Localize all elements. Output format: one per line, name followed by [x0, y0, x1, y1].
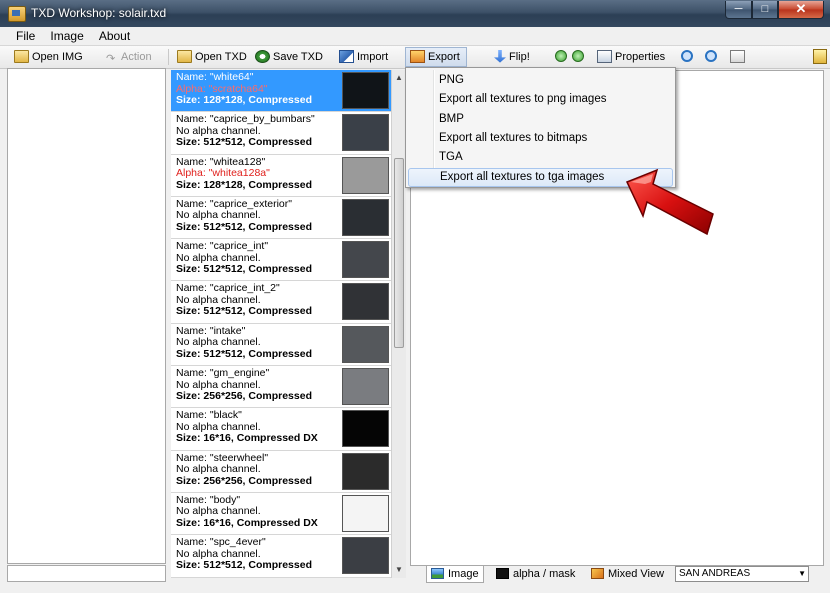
- tab-alpha-label: alpha / mask: [513, 568, 576, 580]
- img-file-panel[interactable]: [7, 68, 166, 564]
- folder-icon: [14, 49, 29, 63]
- minimize-button[interactable]: ─: [725, 1, 752, 19]
- action-button[interactable]: ↷ Action: [106, 48, 152, 66]
- texture-thumbnail: [342, 537, 389, 575]
- import-button[interactable]: Import: [339, 48, 388, 66]
- texture-thumbnail: [342, 72, 389, 109]
- texture-list-item[interactable]: Name: "caprice_int" No alpha channel. Size…: [171, 239, 391, 282]
- export-label: Export: [428, 51, 460, 63]
- texture-list-item[interactable]: Name: "black" No alpha channel. Size: 16*1…: [171, 408, 391, 451]
- texture-thumbnail: [342, 241, 389, 279]
- open-txd-button[interactable]: Open TXD: [177, 48, 247, 66]
- properties-label: Properties: [615, 51, 666, 63]
- action-label: Action: [121, 51, 152, 63]
- menu-image[interactable]: Image: [44, 27, 89, 45]
- export-menu-item[interactable]: PNG: [408, 71, 673, 90]
- flip-arrow-icon: [494, 49, 506, 63]
- texture-list-item[interactable]: Name: "gm_engine" No alpha channel. Size: …: [171, 366, 391, 409]
- tab-mixed-label: Mixed View: [608, 568, 665, 580]
- app-window: TXD Workshop: solair.txd ─ □ ✕ File Imag…: [0, 0, 830, 593]
- flip-label: Flip!: [509, 51, 530, 63]
- texture-list-item[interactable]: Name: "whitea128" Alpha: "whitea128a" Size…: [171, 155, 391, 197]
- open-txd-label: Open TXD: [195, 51, 247, 63]
- texture-thumbnail: [342, 494, 389, 532]
- open-img-button[interactable]: Open IMG: [14, 48, 83, 66]
- export-icon: [410, 49, 425, 63]
- window-mode-icon: [730, 49, 745, 63]
- rotate-left-icon: [555, 50, 567, 63]
- export-menu-item[interactable]: BMP: [408, 110, 673, 129]
- tab-alpha-view[interactable]: alpha / mask: [496, 566, 575, 583]
- texture-list-scrollbar[interactable]: ▲ ▼: [391, 70, 406, 578]
- zoom-out-icon: [705, 50, 717, 63]
- notes-icon[interactable]: [813, 49, 827, 64]
- texture-thumbnail: [342, 325, 389, 363]
- texture-list-item[interactable]: Name: "caprice_exterior" No alpha channel…: [171, 197, 391, 240]
- menu-file[interactable]: File: [0, 27, 41, 45]
- zoom-in-button[interactable]: [681, 48, 696, 66]
- save-txd-button[interactable]: Save TXD: [255, 48, 323, 66]
- toolbar: Open IMG ↷ Action Open TXD Save TXD Impor…: [0, 46, 830, 69]
- texture-thumbnail: [342, 452, 389, 490]
- red-arrow-pointer-icon: [625, 168, 714, 236]
- save-icon: [255, 49, 270, 63]
- tab-mixed-view[interactable]: Mixed View: [591, 566, 664, 583]
- texture-list-item[interactable]: Name: "body" No alpha channel. Size: 16*16…: [171, 493, 391, 536]
- window-mode-button[interactable]: [730, 48, 748, 66]
- app-icon: [8, 6, 26, 22]
- game-version-select[interactable]: SAN ANDREAS ▼: [675, 566, 809, 582]
- window-title: TXD Workshop: solair.txd: [31, 6, 167, 20]
- window-controls: ─ □ ✕: [725, 1, 824, 20]
- game-version-value: SAN ANDREAS: [679, 568, 751, 579]
- rotate-left-button[interactable]: [555, 48, 570, 66]
- flip-button[interactable]: Flip!: [494, 48, 530, 66]
- export-menu-item[interactable]: Export all textures to bitmaps: [408, 129, 673, 148]
- scrollbar-thumb[interactable]: [394, 158, 404, 348]
- rotate-right-button[interactable]: [572, 48, 587, 66]
- texture-thumbnail: [342, 410, 389, 448]
- toolbar-divider: [168, 49, 169, 65]
- texture-list-item[interactable]: Name: "caprice_int_2" No alpha channel. Si…: [171, 281, 391, 324]
- tab-image-view[interactable]: Image: [426, 566, 484, 583]
- texture-thumbnail: [342, 114, 389, 152]
- open-img-label: Open IMG: [32, 51, 83, 63]
- properties-icon: [597, 49, 612, 63]
- texture-list[interactable]: Name: "white64" Alpha: "scratcha64" Size: …: [171, 70, 391, 578]
- close-button[interactable]: ✕: [778, 1, 824, 19]
- texture-thumbnail: [342, 198, 389, 236]
- img-search-field[interactable]: [7, 565, 166, 582]
- export-menu-item[interactable]: Export all textures to png images: [408, 90, 673, 109]
- texture-list-item[interactable]: Name: "spc_4ever" No alpha channel. Size: …: [171, 535, 391, 578]
- status-strip: [0, 585, 830, 593]
- title-bar[interactable]: TXD Workshop: solair.txd ─ □ ✕: [0, 0, 830, 27]
- export-button[interactable]: Export: [405, 47, 467, 67]
- texture-list-item[interactable]: Name: "white64" Alpha: "scratcha64" Size: …: [171, 70, 391, 113]
- folder-icon: [177, 49, 192, 63]
- image-icon: [431, 567, 444, 579]
- rotate-right-icon: [572, 50, 584, 63]
- chevron-down-icon: ▼: [798, 569, 806, 578]
- menu-bar: File Image About: [0, 27, 830, 46]
- view-mode-bar: Image alpha / mask Mixed View SAN ANDREA…: [410, 566, 824, 583]
- zoom-out-button[interactable]: [705, 48, 720, 66]
- maximize-button[interactable]: □: [752, 1, 778, 19]
- texture-list-item[interactable]: Name: "intake" No alpha channel. Size: 512…: [171, 324, 391, 367]
- menu-about[interactable]: About: [93, 27, 136, 45]
- texture-list-item[interactable]: Name: "steerwheel" No alpha channel. Size:…: [171, 451, 391, 493]
- action-icon: ↷: [106, 52, 116, 65]
- tab-image-label: Image: [448, 568, 479, 580]
- texture-thumbnail: [342, 156, 389, 194]
- zoom-in-icon: [681, 50, 693, 63]
- scroll-up-arrow-icon[interactable]: ▲: [394, 73, 404, 83]
- import-label: Import: [357, 51, 389, 63]
- texture-thumbnail: [342, 283, 389, 321]
- mixed-star-icon: [591, 567, 604, 579]
- properties-button[interactable]: Properties: [597, 48, 665, 66]
- import-icon: [339, 49, 354, 63]
- scroll-down-arrow-icon[interactable]: ▼: [394, 565, 404, 575]
- texture-list-item[interactable]: Name: "caprice_by_bumbars" No alpha chann…: [171, 112, 391, 155]
- alpha-star-icon: [496, 567, 509, 579]
- texture-thumbnail: [342, 368, 389, 406]
- save-txd-label: Save TXD: [273, 51, 323, 63]
